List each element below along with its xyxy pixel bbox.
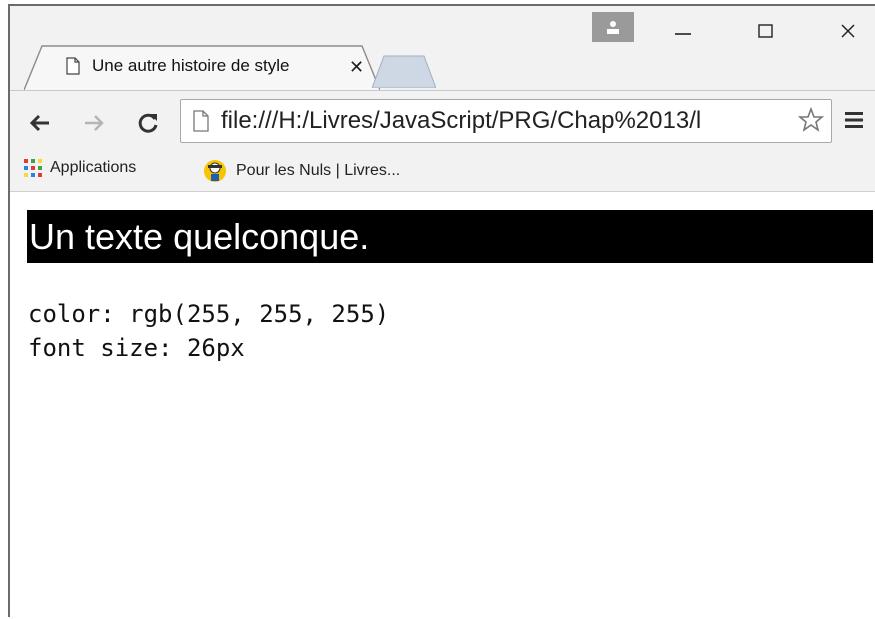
bookmark-label: Pour les Nuls | Livres... bbox=[236, 162, 401, 179]
tab-close-icon[interactable]: ✕ bbox=[349, 57, 364, 78]
maximize-icon bbox=[758, 24, 773, 38]
styled-text-block: Un texte quelconque. bbox=[27, 210, 873, 263]
page-content: Un texte quelconque. color: rgb(255, 255… bbox=[10, 192, 875, 619]
page-icon bbox=[193, 110, 209, 132]
browser-window: Une autre histoire de style ✕ file:///H:… bbox=[8, 4, 875, 619]
close-window-button[interactable] bbox=[825, 14, 871, 48]
output-line-font-size: font size: 26px bbox=[28, 334, 245, 362]
forward-button[interactable] bbox=[76, 105, 112, 141]
maximize-button[interactable] bbox=[743, 14, 789, 48]
new-tab-button[interactable] bbox=[372, 54, 436, 88]
arrow-left-icon bbox=[29, 114, 49, 132]
output-line-color: color: rgb(255, 255, 255) bbox=[28, 300, 390, 328]
address-bar[interactable]: file:///H:/Livres/JavaScript/PRG/Chap%20… bbox=[180, 99, 832, 143]
bookmarks-bar: Applications Pour les Nuls | Livres... bbox=[10, 151, 875, 192]
close-icon bbox=[841, 24, 855, 38]
user-icon bbox=[607, 21, 619, 34]
minimize-button[interactable] bbox=[660, 14, 706, 48]
page-icon bbox=[66, 57, 80, 75]
arrow-right-icon bbox=[85, 115, 104, 131]
tab-active[interactable]: Une autre histoire de style ✕ bbox=[24, 44, 380, 90]
reload-icon bbox=[138, 113, 158, 133]
menu-icon[interactable] bbox=[843, 109, 865, 131]
bookmark-applications[interactable]: Applications bbox=[24, 159, 136, 177]
bookmark-pour-les-nuls[interactable]: Pour les Nuls | Livres... bbox=[202, 159, 400, 183]
tab-title: Une autre histoire de style bbox=[92, 56, 290, 75]
tab-strip: Une autre histoire de style ✕ bbox=[10, 6, 875, 90]
reload-button[interactable] bbox=[130, 105, 166, 141]
back-button[interactable] bbox=[22, 105, 58, 141]
bookmark-star-button[interactable] bbox=[793, 106, 829, 139]
toolbar: file:///H:/Livres/JavaScript/PRG/Chap%20… bbox=[10, 90, 875, 151]
profile-button[interactable] bbox=[592, 12, 634, 42]
apps-grid-icon bbox=[24, 159, 42, 177]
bookmark-label: Applications bbox=[50, 159, 137, 176]
star-icon bbox=[797, 106, 825, 132]
minimize-icon bbox=[675, 33, 691, 35]
url-text: file:///H:/Livres/JavaScript/PRG/Chap%20… bbox=[221, 107, 702, 134]
dummies-logo-icon bbox=[204, 160, 226, 182]
